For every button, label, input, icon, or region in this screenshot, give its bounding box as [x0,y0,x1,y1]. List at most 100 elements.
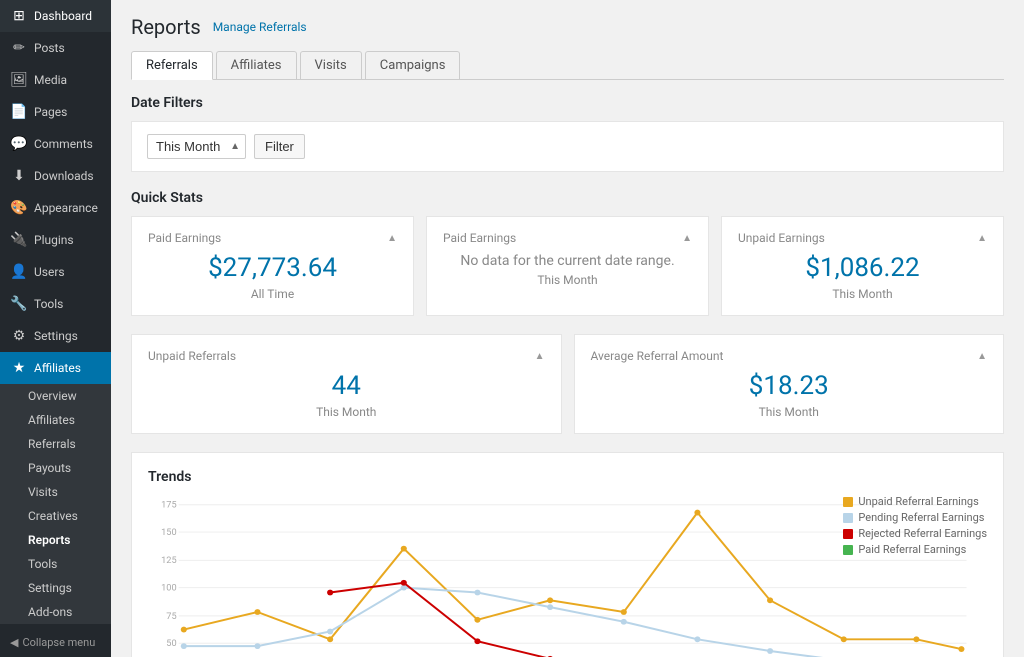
sidebar-item-comments[interactable]: 💬 Comments [0,128,111,160]
legend-label-paid: Paid Referral Earnings [858,543,966,556]
legend-label-unpaid: Unpaid Referral Earnings [858,495,978,508]
legend-paid: Paid Referral Earnings [843,543,987,556]
stat-value-5: $18.23 [591,371,988,401]
posts-icon: ✏ [10,40,28,56]
quick-stats-title: Quick Stats [131,190,1004,206]
sidebar-label-plugins: Plugins [34,233,74,247]
stat-card-header-2: Paid Earnings ▲ [443,231,692,245]
sub-item-reports[interactable]: Reports [0,528,111,552]
tab-visits[interactable]: Visits [300,51,362,79]
tabs-bar: Referrals Affiliates Visits Campaigns [131,51,1004,80]
sidebar-item-media[interactable]: 🖼 Media [0,64,111,96]
sidebar-label-settings: Settings [34,329,78,343]
manage-referrals-link[interactable]: Manage Referrals [213,20,307,34]
comments-icon: 💬 [10,136,28,152]
stat-label-1: Paid Earnings [148,231,221,245]
plugins-icon: 🔌 [10,232,28,248]
quick-stats-bottom: Unpaid Referrals ▲ 44 This Month Average… [131,334,1004,434]
date-select-wrapper: This Month Last Month This Year Last Yea… [147,134,246,159]
sidebar-item-downloads[interactable]: ⬇ Downloads [0,160,111,192]
appearance-icon: 🎨 [10,200,28,216]
tools-icon: 🔧 [10,296,28,312]
tab-campaigns[interactable]: Campaigns [365,51,461,79]
sidebar-label-downloads: Downloads [34,169,94,183]
svg-text:175: 175 [161,501,177,511]
sidebar-item-users[interactable]: 👤 Users [0,256,111,288]
downloads-icon: ⬇ [10,168,28,184]
tab-affiliates[interactable]: Affiliates [216,51,297,79]
collapse-icon: ◀ [10,636,18,649]
sub-item-addons[interactable]: Add-ons [0,600,111,624]
sub-item-visits[interactable]: Visits [0,480,111,504]
sidebar-item-affiliates[interactable]: ★ Affiliates [0,352,111,384]
trends-section: Trends Unpaid Referral Earnings Pending … [131,452,1004,657]
affiliates-icon: ★ [10,360,28,376]
stat-arrow-4: ▲ [535,351,545,362]
date-range-select[interactable]: This Month Last Month This Year Last Yea… [147,134,246,159]
sidebar-item-tools[interactable]: 🔧 Tools [0,288,111,320]
stat-value-4: 44 [148,371,545,401]
svg-text:100: 100 [161,584,177,594]
sub-item-tools[interactable]: Tools [0,552,111,576]
trends-chart: Unpaid Referral Earnings Pending Referra… [148,495,987,657]
trends-title: Trends [148,469,987,485]
settings-icon: ⚙ [10,328,28,344]
filter-button[interactable]: Filter [254,134,305,159]
sub-item-affiliates[interactable]: Affiliates [0,408,111,432]
sidebar-item-plugins[interactable]: 🔌 Plugins [0,224,111,256]
sidebar-label-users: Users [34,265,65,279]
sub-item-settings[interactable]: Settings [0,576,111,600]
stat-label-3: Unpaid Earnings [738,231,825,245]
sidebar-label-posts: Posts [34,41,65,55]
line-rejected [330,583,550,657]
sidebar-item-pages[interactable]: 📄 Pages [0,96,111,128]
sub-item-overview[interactable]: Overview [0,384,111,408]
sidebar: ⊞ Dashboard ✏ Posts 🖼 Media 📄 Pages 💬 Co… [0,0,111,657]
legend-dot-pending [843,513,853,523]
legend-label-pending: Pending Referral Earnings [858,511,984,524]
stat-sub-4: This Month [148,405,545,419]
page-title: Reports [131,15,201,39]
sidebar-label-appearance: Appearance [34,201,98,215]
sidebar-label-dashboard: Dashboard [34,9,92,23]
stat-value-3: $1,086.22 [738,253,987,283]
svg-text:50: 50 [166,639,176,649]
stat-arrow-1: ▲ [387,233,397,244]
sidebar-label-tools: Tools [34,297,63,311]
sidebar-label-media: Media [34,73,67,87]
svg-text:75: 75 [166,612,176,622]
sub-item-payouts[interactable]: Payouts [0,456,111,480]
legend-dot-rejected [843,529,853,539]
sub-item-creatives[interactable]: Creatives [0,504,111,528]
sidebar-item-dashboard[interactable]: ⊞ Dashboard [0,0,111,32]
legend-dot-unpaid [843,497,853,507]
sidebar-item-posts[interactable]: ✏ Posts [0,32,111,64]
sidebar-item-appearance[interactable]: 🎨 Appearance [0,192,111,224]
legend-dot-paid [843,545,853,555]
sidebar-label-comments: Comments [34,137,93,151]
stat-sub-1: All Time [148,287,397,301]
collapse-menu[interactable]: ◀ Collapse menu [0,628,111,657]
media-icon: 🖼 [10,72,28,88]
stat-sub-2: This Month [443,273,692,287]
legend-label-rejected: Rejected Referral Earnings [858,527,987,540]
dashboard-icon: ⊞ [10,8,28,24]
stat-label-2: Paid Earnings [443,231,516,245]
stat-no-data-2: No data for the current date range. [443,253,692,269]
sub-item-referrals[interactable]: Referrals [0,432,111,456]
stat-card-unpaid-referrals: Unpaid Referrals ▲ 44 This Month [131,334,562,434]
stat-card-header-1: Paid Earnings ▲ [148,231,397,245]
legend-rejected: Rejected Referral Earnings [843,527,987,540]
stat-card-unpaid: Unpaid Earnings ▲ $1,086.22 This Month [721,216,1004,316]
date-filters-title: Date Filters [131,95,1004,111]
legend-pending: Pending Referral Earnings [843,511,987,524]
svg-text:125: 125 [161,556,177,566]
sidebar-submenu: Overview Affiliates Referrals Payouts Vi… [0,384,111,624]
tab-referrals[interactable]: Referrals [131,51,213,80]
legend-unpaid: Unpaid Referral Earnings [843,495,987,508]
sidebar-item-settings[interactable]: ⚙ Settings [0,320,111,352]
quick-stats-top: Paid Earnings ▲ $27,773.64 All Time Paid… [131,216,1004,316]
chart-legend: Unpaid Referral Earnings Pending Referra… [843,495,987,559]
users-icon: 👤 [10,264,28,280]
svg-text:150: 150 [161,528,177,538]
